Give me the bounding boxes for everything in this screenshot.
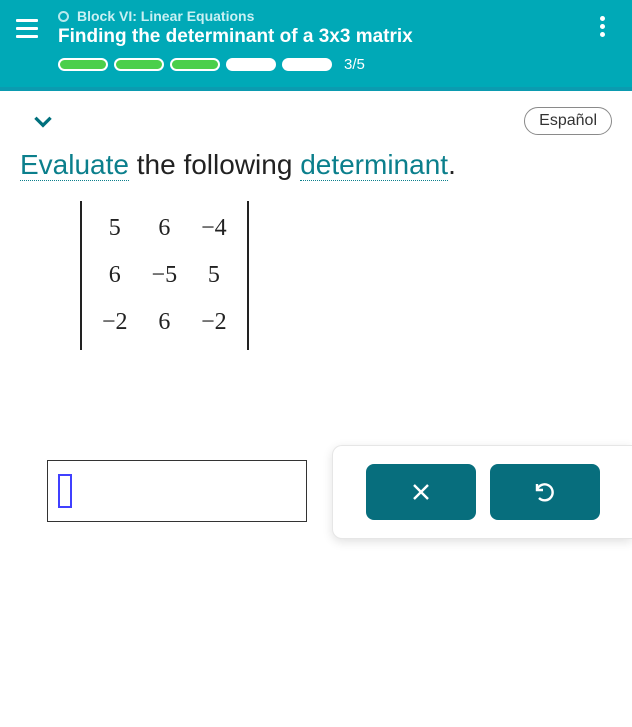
clear-button[interactable] [366, 464, 476, 520]
collapse-chevron-icon[interactable] [20, 103, 66, 139]
progress-segment [58, 58, 108, 71]
progress-segment [226, 58, 276, 71]
undo-icon [533, 480, 557, 504]
math-cursor-icon [58, 474, 72, 508]
block-label: Block VI: Linear Equations [77, 8, 254, 24]
question-fragment: the following [129, 149, 300, 180]
question-text: Evaluate the following determinant. [20, 147, 612, 183]
matrix-cell: 5 [189, 252, 239, 299]
matrix-cell: −5 [140, 252, 190, 299]
progress-segment [282, 58, 332, 71]
language-toggle-button[interactable]: Español [524, 107, 612, 135]
matrix-cell: −2 [90, 299, 140, 346]
glossary-link-evaluate[interactable]: Evaluate [20, 149, 129, 181]
block-indicator-icon [58, 11, 69, 22]
determinant-expression: 5 6 −4 6 −5 5 −2 6 −2 [80, 199, 249, 352]
answer-input[interactable] [47, 460, 307, 522]
progress-label: 3/5 [344, 56, 365, 73]
matrix-cell: −4 [189, 205, 239, 252]
matrix-cell: −2 [189, 299, 239, 346]
matrix-cell: 5 [90, 205, 140, 252]
close-icon [409, 480, 433, 504]
glossary-link-determinant[interactable]: determinant [300, 149, 448, 181]
hamburger-menu-icon[interactable] [16, 14, 44, 42]
progress-segment [114, 58, 164, 71]
reset-button[interactable] [490, 464, 600, 520]
progress-segment [170, 58, 220, 71]
action-panel [332, 445, 632, 539]
page-title: Finding the determinant of a 3x3 matrix [58, 26, 574, 48]
app-header: Block VI: Linear Equations Finding the d… [0, 0, 632, 87]
matrix-cell: 6 [140, 299, 190, 346]
matrix-cell: 6 [90, 252, 140, 299]
matrix-cell: 6 [140, 205, 190, 252]
question-fragment: . [448, 149, 456, 180]
more-options-icon[interactable] [588, 12, 616, 40]
progress-bar: 3/5 [58, 56, 616, 73]
